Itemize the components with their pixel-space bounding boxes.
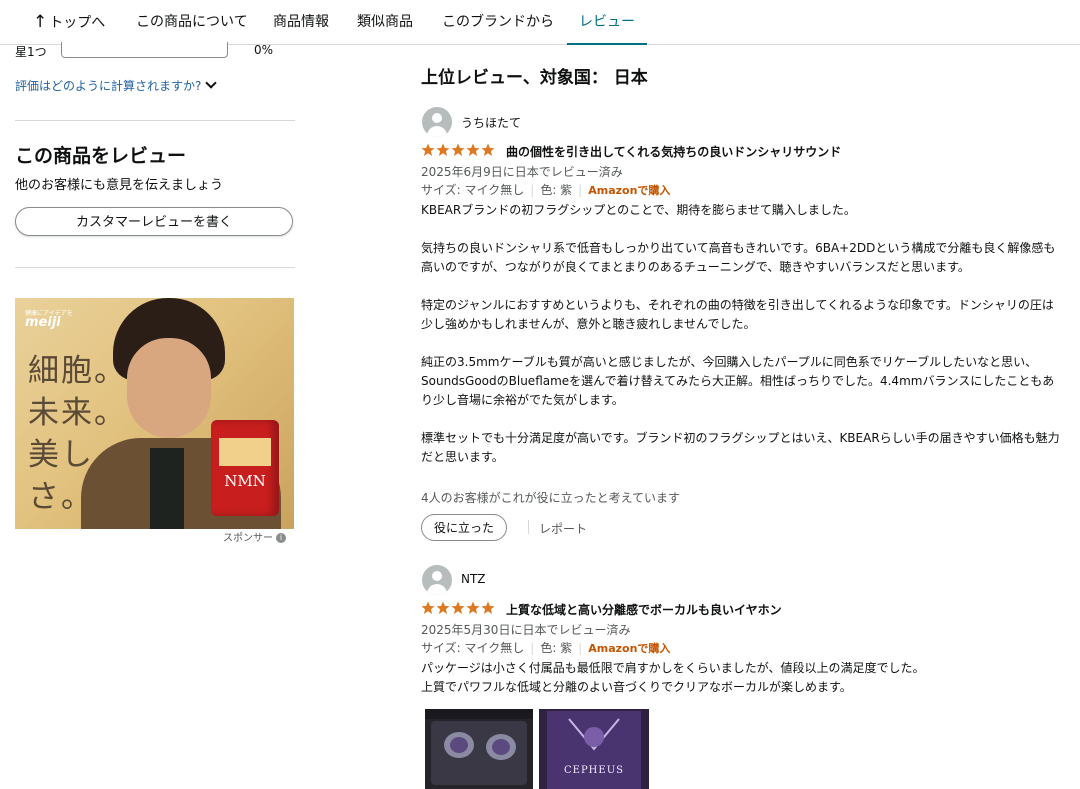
review-paragraph: KBEARブランドの初フラグシップとのことで、期待を膨らませて購入しました。 [421,203,856,217]
ad-product-name: NMN [224,472,266,490]
avatar-head-icon [432,113,442,123]
chevron-down-icon [205,77,218,89]
sponsored-text: スポンサー [223,533,273,544]
avatar-body-icon [427,126,447,137]
reviewer-name[interactable]: うちほたて [461,114,521,131]
section-nav-bar: ↑ トップへ この商品について 商品情報 類似商品 このブランドから レビュー [0,0,1080,45]
review-date: 2025年6月9日に日本でレビュー済み [421,165,623,179]
review-paragraph: 特定のジャンルにおすすめというよりも、それぞれの曲の特徴を引き出してくれるような… [421,298,1054,331]
review-paragraph: 純正の3.5mmケーブルも質が高いと感じましたが、今回購入したパープルに同色系で… [421,355,1055,407]
variant-color[interactable]: 色: 紫 [540,641,572,655]
star-1-histogram-bar[interactable] [61,42,228,58]
meta-separator: | [578,641,583,655]
five-stars-icon [421,601,495,614]
rating-calc-label: 評価はどのように計算されますか? [15,79,202,93]
back-to-top-link[interactable]: ↑ トップへ [33,0,105,44]
ad-person-shirt [150,448,184,529]
review-image-thumbnail[interactable] [425,709,533,789]
review-this-product-subtext: 他のお客様にも意見を伝えましょう [15,178,224,193]
sidebar-divider [15,120,295,121]
review-date: 2025年5月30日に日本でレビュー済み [421,623,631,637]
star-1-percent[interactable]: 0% [254,43,273,57]
star-rating-icon[interactable] [421,143,495,157]
meta-separator: | [530,183,535,197]
nav-tab-about[interactable]: この商品について [136,0,248,44]
review-paragraph: 上質でパワフルな低域と分離のよい音づくりでクリアなボーカルが楽しめます。 [421,680,852,694]
star-rating-icon[interactable] [421,601,495,615]
review-body: KBEARブランドの初フラグシップとのことで、期待を膨らませて購入しました。 気… [421,201,1061,467]
review-variant-meta: サイズ: マイク無し | 色: 紫 | Amazonで購入 [421,639,670,656]
review-paragraph: パッケージは小さく付属品も最低限で肩すかしをくらいましたが、値段以上の満足度でし… [421,661,925,675]
helpful-vote-count: 4人のお客様がこれが役に立ったと考えています [421,491,681,505]
rating-calc-link[interactable]: 評価はどのように計算されますか? [15,77,218,94]
reviewer-avatar[interactable] [422,107,452,137]
package-photo-image [539,709,649,789]
variant-size[interactable]: サイズ: マイク無し [421,183,524,197]
review-variant-meta: サイズ: マイク無し | 色: 紫 | Amazonで購入 [421,181,670,198]
arrow-up-icon: ↑ [33,12,48,32]
top-reviews-heading: 上位レビュー、対象国： 日本 [421,68,648,88]
nav-tab-product-info[interactable]: 商品情報 [273,0,329,44]
star-1-label[interactable]: 星1つ [15,43,47,60]
reviewer-name[interactable]: NTZ [461,572,486,586]
report-separator [528,520,529,534]
ad-copy-line: 未来。 [28,395,127,431]
review-this-product-heading: この商品をレビュー [15,145,187,167]
nav-tab-reviews[interactable]: レビュー [567,0,647,45]
review-paragraph: 標準セットでも十分満足度が高いです。ブランド初のフラグシップとはいえ、KBEAR… [421,431,1060,464]
info-icon[interactable]: i [276,533,286,543]
five-stars-icon [421,143,495,156]
meta-separator: | [530,641,535,655]
variant-color[interactable]: 色: 紫 [540,183,572,197]
helpful-button[interactable]: 役に立った [421,514,508,541]
sponsored-label[interactable]: スポンサー i [223,529,286,544]
verified-purchase-badge: Amazonで購入 [588,642,671,655]
reviewer-avatar[interactable] [422,565,452,595]
meta-separator: | [578,183,583,197]
review-title[interactable]: 上質な低域と高い分離感でボーカルも良いイヤホン [506,601,782,618]
ad-person-face [127,338,211,438]
write-review-button[interactable]: カスタマーレビューを書く [15,207,293,236]
package-brand-text: CEPHEUS [564,765,624,776]
review-title[interactable]: 曲の個性を引き出してくれる気持ちの良いドンシャリサウンド [506,143,841,160]
review-body: パッケージは小さく付属品も最低限で肩すかしをくらいましたが、値段以上の満足度でし… [421,659,1061,697]
back-to-top-label: トップへ [49,15,106,31]
review-paragraph: 気持ちの良いドンシャリ系で低音もしっかり出ていて高音もきれいです。6BA+2DD… [421,241,1056,274]
sidebar-divider [15,267,295,268]
avatar-head-icon [432,571,442,581]
report-link[interactable]: レポート [539,520,587,537]
variant-size[interactable]: サイズ: マイク無し [421,641,524,655]
review-image-thumbnail[interactable]: CEPHEUS [539,709,649,789]
ad-brand-logo: meiji [25,315,61,330]
nav-tab-brand[interactable]: このブランドから [442,0,554,44]
earphones-photo-image [425,709,533,789]
verified-purchase-badge: Amazonで購入 [588,184,671,197]
ad-copy: 細胞。 未来。 美しさ。 [28,350,128,518]
nav-tab-similar[interactable]: 類似商品 [357,0,413,44]
avatar-body-icon [427,584,447,595]
ad-product-label [219,438,271,466]
ad-copy-line: 細胞。 [28,353,127,389]
ad-product-package: NMN [211,420,279,516]
sponsored-ad-banner[interactable]: 健康にアイデアを meiji 細胞。 未来。 美しさ。 NMN [15,298,294,529]
ad-copy-line: 美しさ。 [28,437,94,515]
